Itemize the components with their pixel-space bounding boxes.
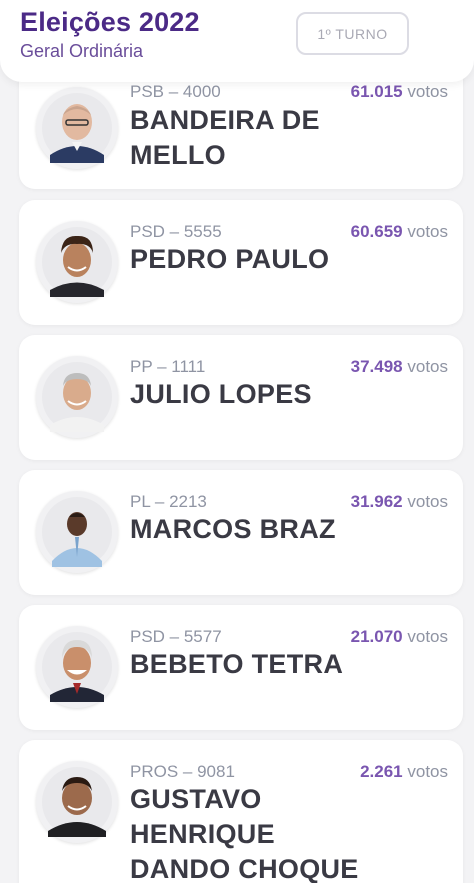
candidate-card[interactable]: PSD – 5555 PEDRO PAULO 60.659 votos xyxy=(19,200,463,325)
vote-number: 61.015 xyxy=(350,82,403,101)
avatar-icon xyxy=(42,632,112,702)
page-subtitle: Geral Ordinária xyxy=(20,41,144,61)
candidate-photo xyxy=(36,761,118,843)
candidate-photo xyxy=(36,491,118,573)
vote-number: 2.261 xyxy=(360,762,403,781)
party-number: PROS – 9081 xyxy=(130,762,235,781)
candidate-name: GUSTAVO HENRIQUE DANDO CHOQUE xyxy=(130,784,359,883)
vote-count: 37.498 votos xyxy=(351,357,448,377)
vote-unit: votos xyxy=(407,627,448,646)
vote-count: 2.261 votos xyxy=(360,762,448,782)
candidate-list: PSB – 4000 BANDEIRA DE MELLO 61.015 voto… xyxy=(0,0,474,883)
vote-unit: votos xyxy=(407,222,448,241)
party-number: PP – 1111 xyxy=(130,357,206,376)
candidate-name: JULIO LOPES xyxy=(130,379,312,409)
vote-unit: votos xyxy=(407,492,448,511)
avatar-icon xyxy=(42,767,112,837)
vote-count: 60.659 votos xyxy=(351,222,448,242)
candidate-name: PEDRO PAULO xyxy=(130,244,330,274)
party-number: PSD – 5577 xyxy=(130,627,222,646)
avatar-icon xyxy=(42,93,112,163)
candidate-name: BEBETO TETRA xyxy=(130,649,344,679)
avatar-icon xyxy=(42,497,112,567)
app-header: Eleições 2022 Geral Ordinária 1º TURNO xyxy=(0,0,474,82)
party-number: PL – 2213 xyxy=(130,492,207,511)
page-title: Eleições 2022 xyxy=(20,7,200,37)
turno-button[interactable]: 1º TURNO xyxy=(296,12,409,55)
candidate-card[interactable]: PL – 2213 MARCOS BRAZ 31.962 votos xyxy=(19,470,463,595)
vote-unit: votos xyxy=(407,762,448,781)
candidate-photo xyxy=(36,356,118,438)
candidate-card[interactable]: PSD – 5577 BEBETO TETRA 21.070 votos xyxy=(19,605,463,730)
vote-count: 31.962 votos xyxy=(351,492,448,512)
vote-count: 21.070 votos xyxy=(351,627,448,647)
candidate-name: BANDEIRA DE MELLO xyxy=(130,105,320,170)
avatar-icon xyxy=(42,227,112,297)
vote-unit: votos xyxy=(407,357,448,376)
party-number: PSD – 5555 xyxy=(130,222,222,241)
candidate-photo xyxy=(36,626,118,708)
vote-count: 61.015 votos xyxy=(351,82,448,102)
candidate-photo xyxy=(36,221,118,303)
vote-number: 31.962 xyxy=(350,492,403,511)
candidate-photo xyxy=(36,87,118,169)
party-number: PSB – 4000 xyxy=(130,82,221,101)
vote-number: 21.070 xyxy=(350,627,403,646)
vote-number: 60.659 xyxy=(350,222,403,241)
candidate-card[interactable]: PP – 1111 JULIO LOPES 37.498 votos xyxy=(19,335,463,460)
candidate-card[interactable]: PROS – 9081 GUSTAVO HENRIQUE DANDO CHOQU… xyxy=(19,740,463,883)
vote-unit: votos xyxy=(407,82,448,101)
vote-number: 37.498 xyxy=(350,357,403,376)
candidate-name: MARCOS BRAZ xyxy=(130,514,336,544)
avatar-icon xyxy=(42,362,112,432)
